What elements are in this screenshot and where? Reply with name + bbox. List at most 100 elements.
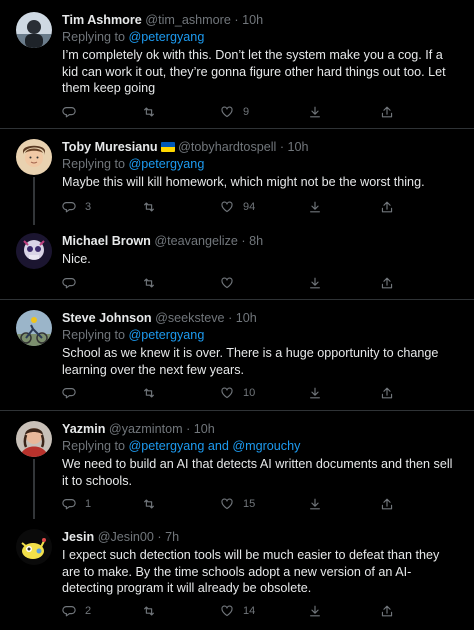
share-button[interactable] bbox=[380, 495, 394, 513]
tweet[interactable]: Steve Johnson @seeksteve · 10h Replying … bbox=[0, 300, 474, 410]
action-bar: 2 14 bbox=[58, 602, 398, 620]
author-handle[interactable]: @tim_ashmore bbox=[145, 13, 231, 27]
author-name[interactable]: Steve Johnson bbox=[62, 311, 152, 325]
retweet-icon bbox=[144, 202, 154, 212]
mention-link[interactable]: @petergyang bbox=[129, 30, 205, 44]
author-handle[interactable]: @seeksteve bbox=[155, 311, 225, 325]
author-handle[interactable]: @Jesin00 bbox=[98, 530, 154, 544]
tweet[interactable]: Tim Ashmore @tim_ashmore · 10h Replying … bbox=[0, 0, 474, 128]
thread-connector bbox=[33, 459, 35, 519]
author-name[interactable]: Jesin bbox=[62, 530, 94, 544]
like-count: 10 bbox=[243, 387, 256, 399]
like-icon bbox=[221, 106, 233, 118]
reply-button[interactable] bbox=[62, 103, 85, 121]
share-button[interactable] bbox=[380, 602, 394, 620]
like-count: 14 bbox=[243, 605, 256, 617]
reply-count: 1 bbox=[85, 498, 92, 510]
download-icon bbox=[310, 498, 320, 510]
share-icon bbox=[381, 387, 393, 399]
share-button[interactable] bbox=[380, 274, 394, 292]
share-icon bbox=[381, 106, 393, 118]
timestamp[interactable]: 8h bbox=[249, 234, 263, 248]
timestamp[interactable]: 10h bbox=[236, 311, 257, 325]
tweet[interactable]: Yazmin @yazmintom · 10h Replying to @pet… bbox=[0, 411, 474, 519]
mention-link[interactable]: @petergyang bbox=[129, 157, 205, 171]
reply-icon bbox=[62, 388, 76, 399]
like-count: 9 bbox=[243, 106, 250, 118]
download-button[interactable] bbox=[308, 602, 322, 620]
avatar[interactable] bbox=[16, 139, 52, 175]
action-bar: 1 15 bbox=[58, 495, 398, 513]
download-button[interactable] bbox=[308, 274, 322, 292]
reply-icon bbox=[62, 606, 76, 617]
author-name[interactable]: Toby Muresianu bbox=[62, 140, 158, 154]
avatar[interactable] bbox=[16, 529, 52, 565]
retweet-icon bbox=[144, 499, 154, 509]
avatar[interactable] bbox=[16, 421, 52, 457]
reply-button[interactable]: 1 bbox=[62, 495, 91, 513]
thread-connector bbox=[33, 177, 35, 225]
download-icon bbox=[310, 201, 320, 213]
timestamp[interactable]: 7h bbox=[165, 530, 179, 544]
replying-to: Replying to @petergyang bbox=[62, 30, 205, 44]
share-button[interactable] bbox=[380, 198, 394, 216]
share-icon bbox=[381, 277, 393, 289]
mention-link[interactable]: @petergyang and @mgrouchy bbox=[129, 439, 301, 453]
author-handle[interactable]: @tobyhardtospell bbox=[178, 140, 276, 154]
like-button[interactable]: 15 bbox=[220, 495, 255, 513]
mention-link[interactable]: @petergyang bbox=[129, 328, 205, 342]
reply-button[interactable]: 3 bbox=[62, 198, 91, 216]
action-bar: 10 bbox=[58, 384, 398, 402]
like-icon bbox=[221, 201, 233, 213]
like-button[interactable]: 94 bbox=[220, 198, 255, 216]
tweet-text: School as we knew it is over. There is a… bbox=[62, 346, 439, 377]
retweet-button[interactable] bbox=[142, 198, 165, 216]
reply-button[interactable]: 2 bbox=[62, 602, 91, 620]
retweet-button[interactable] bbox=[142, 384, 165, 402]
timestamp[interactable]: 10h bbox=[194, 422, 215, 436]
author-name[interactable]: Michael Brown bbox=[62, 234, 151, 248]
avatar[interactable] bbox=[16, 12, 52, 48]
like-icon bbox=[221, 277, 233, 289]
reply-icon bbox=[62, 107, 76, 118]
retweet-button[interactable] bbox=[142, 602, 165, 620]
like-button[interactable]: 14 bbox=[220, 602, 255, 620]
author-handle[interactable]: @teavangelize bbox=[154, 234, 238, 248]
author-name[interactable]: Yazmin bbox=[62, 422, 105, 436]
timestamp[interactable]: 10h bbox=[288, 140, 309, 154]
avatar[interactable] bbox=[16, 233, 52, 269]
download-button[interactable] bbox=[308, 495, 322, 513]
like-button[interactable]: 10 bbox=[220, 384, 255, 402]
author-name[interactable]: Tim Ashmore bbox=[62, 13, 142, 27]
reply-icon bbox=[62, 278, 76, 289]
replying-to: Replying to @petergyang and @mgrouchy bbox=[62, 439, 301, 453]
like-button[interactable]: 9 bbox=[220, 103, 249, 121]
download-button[interactable] bbox=[308, 198, 322, 216]
share-button[interactable] bbox=[380, 103, 394, 121]
tweet[interactable]: Michael Brown @teavangelize · 8h Nice. bbox=[0, 225, 474, 299]
like-icon bbox=[221, 498, 233, 510]
tweet-text: Nice. bbox=[62, 252, 91, 266]
retweet-icon bbox=[144, 388, 154, 398]
share-icon bbox=[381, 605, 393, 617]
timestamp[interactable]: 10h bbox=[242, 13, 263, 27]
download-button[interactable] bbox=[308, 384, 322, 402]
retweet-button[interactable] bbox=[142, 274, 165, 292]
retweet-button[interactable] bbox=[142, 103, 165, 121]
share-icon bbox=[381, 201, 393, 213]
retweet-icon bbox=[144, 278, 154, 288]
share-button[interactable] bbox=[380, 384, 394, 402]
reply-button[interactable] bbox=[62, 384, 85, 402]
like-button[interactable] bbox=[220, 274, 243, 292]
tweet[interactable]: Toby Muresianu @tobyhardtospell · 10h Re… bbox=[0, 129, 474, 225]
reply-count: 3 bbox=[85, 201, 92, 213]
download-button[interactable] bbox=[308, 103, 322, 121]
tweet[interactable]: Jesin @Jesin00 · 7h I expect such detect… bbox=[0, 519, 474, 630]
reply-icon bbox=[62, 202, 76, 213]
reply-icon bbox=[62, 499, 76, 510]
action-bar bbox=[58, 274, 398, 292]
author-handle[interactable]: @yazmintom bbox=[109, 422, 183, 436]
retweet-button[interactable] bbox=[142, 495, 165, 513]
avatar[interactable] bbox=[16, 310, 52, 346]
reply-button[interactable] bbox=[62, 274, 85, 292]
